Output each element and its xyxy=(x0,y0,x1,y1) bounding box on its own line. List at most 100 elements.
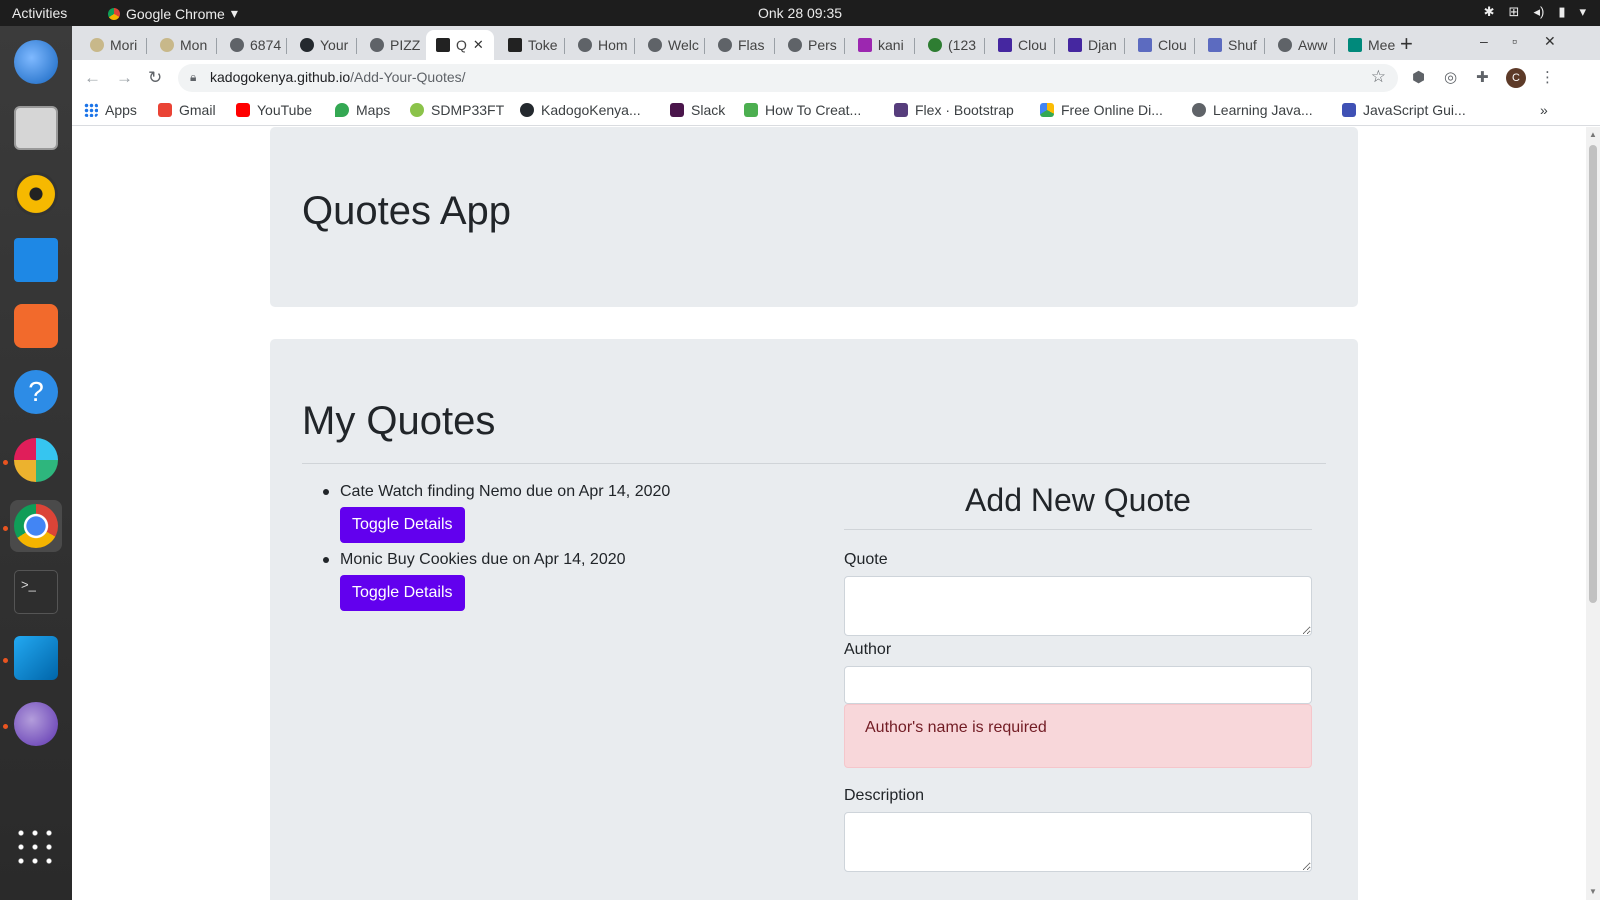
page-scrollbar[interactable]: ▲ ▼ xyxy=(1586,127,1600,900)
tab[interactable]: Pers xyxy=(778,30,840,60)
bookmark-slack[interactable]: Slack xyxy=(670,102,725,118)
tab[interactable]: Hom xyxy=(568,30,630,60)
bookmark-maps[interactable]: Maps xyxy=(335,102,390,118)
clock[interactable]: Onk 28 09:35 xyxy=(0,5,1600,21)
toggle-details-button[interactable]: Toggle Details xyxy=(340,575,465,611)
browser-toolbar: ← → ↻ 🔒︎ kadogokenya.github.io/Add-Your-… xyxy=(72,60,1600,96)
bookmark-free-online[interactable]: Free Online Di... xyxy=(1040,102,1163,118)
dock-chrome[interactable] xyxy=(10,500,62,552)
doc-icon xyxy=(1208,38,1222,52)
dock-files[interactable] xyxy=(10,102,62,154)
profile-avatar[interactable]: C xyxy=(1506,68,1526,88)
network-icon[interactable]: ⊞ xyxy=(1509,4,1520,20)
tab-active[interactable]: Q ✕ xyxy=(426,30,494,60)
menu-kebab-icon[interactable]: ⋮ xyxy=(1540,68,1555,86)
bookmark-sdmp[interactable]: SDMP33FT xyxy=(410,102,504,118)
tab[interactable]: Clou xyxy=(1128,30,1190,60)
tab[interactable]: Flas xyxy=(708,30,770,60)
extension-cube-icon[interactable]: ⬢ xyxy=(1412,68,1425,86)
rhythmbox-icon xyxy=(14,172,58,216)
scroll-up-icon[interactable]: ▲ xyxy=(1589,130,1597,139)
tab[interactable]: 6874 xyxy=(220,30,282,60)
bookmark-learning-java[interactable]: Learning Java... xyxy=(1192,102,1313,118)
page-title: Quotes App xyxy=(302,189,512,233)
tab-close-icon[interactable]: ✕ xyxy=(473,37,484,53)
bookmark-label: Apps xyxy=(105,102,137,118)
maps-pin-icon xyxy=(335,103,349,117)
description-textarea[interactable] xyxy=(844,812,1312,872)
forward-icon[interactable]: → xyxy=(116,68,133,88)
author-input[interactable] xyxy=(844,666,1312,704)
divider xyxy=(844,529,1312,530)
dock-software[interactable] xyxy=(10,300,62,352)
tab[interactable]: Mori xyxy=(80,30,142,60)
bookmark-bootstrap[interactable]: Flex · Bootstrap xyxy=(894,102,1014,118)
angular-icon xyxy=(508,38,522,52)
scrollbar-thumb[interactable] xyxy=(1589,145,1597,603)
system-tray[interactable]: ✱ ⊞ ◂) ▮ ▾ xyxy=(1484,4,1586,20)
dock-slack[interactable] xyxy=(10,434,62,486)
bookmarks-overflow-icon[interactable]: » xyxy=(1540,102,1548,118)
close-window-icon[interactable]: ✕ xyxy=(1544,33,1556,50)
bookmark-label: SDMP33FT xyxy=(431,102,505,118)
tab[interactable]: Aww xyxy=(1268,30,1330,60)
tab-favicon-icon xyxy=(1278,38,1292,52)
url-text[interactable]: kadogokenya.github.io/Add-Your-Quotes/ xyxy=(210,69,466,85)
running-indicator xyxy=(3,724,8,729)
bookmark-kadogokenya[interactable]: KadogoKenya... xyxy=(520,102,641,118)
maximize-icon[interactable]: ▫ xyxy=(1512,33,1517,49)
tab[interactable]: Clou xyxy=(988,30,1050,60)
tab[interactable]: Djan xyxy=(1058,30,1120,60)
running-indicator xyxy=(3,526,8,531)
bookmark-javascript[interactable]: JavaScript Gui... xyxy=(1342,102,1466,118)
bookmark-youtube[interactable]: YouTube xyxy=(236,102,312,118)
toggle-details-button[interactable]: Toggle Details xyxy=(340,507,465,543)
page-viewport: Quotes App My Quotes Cate Watch finding … xyxy=(72,127,1586,900)
quote-textarea[interactable] xyxy=(844,576,1312,636)
tab[interactable]: Welc xyxy=(638,30,700,60)
quotes-jumbotron: My Quotes Cate Watch finding Nemo due on… xyxy=(270,339,1358,900)
tab-label: Shuf xyxy=(1228,37,1257,53)
tab[interactable]: PIZZ xyxy=(360,30,422,60)
dock-show-apps[interactable] xyxy=(10,822,62,874)
bookmark-label: How To Creat... xyxy=(765,102,862,118)
tab[interactable]: kani xyxy=(848,30,910,60)
youtube-icon xyxy=(236,103,250,117)
tab[interactable]: (123 xyxy=(918,30,980,60)
extension-circle-icon[interactable]: ◎ xyxy=(1444,68,1457,86)
bookmark-apps[interactable]: Apps xyxy=(84,102,137,118)
battery-icon[interactable]: ▮ xyxy=(1558,4,1565,20)
bookmark-label: JavaScript Gui... xyxy=(1363,102,1466,118)
dock-help[interactable]: ? xyxy=(10,366,62,418)
dock-writer[interactable] xyxy=(10,234,62,286)
dock-thunderbird[interactable] xyxy=(10,36,62,88)
tab[interactable]: Toke xyxy=(498,30,560,60)
bookmark-star-icon[interactable]: ☆ xyxy=(1371,67,1386,87)
dock-rhythmbox[interactable] xyxy=(10,168,62,220)
address-bar[interactable]: 🔒︎ kadogokenya.github.io/Add-Your-Quotes… xyxy=(178,64,1398,92)
back-icon[interactable]: ← xyxy=(84,68,101,88)
extensions-puzzle-icon[interactable]: ✚ xyxy=(1476,68,1489,86)
volume-icon[interactable]: ◂) xyxy=(1533,4,1544,20)
scroll-down-icon[interactable]: ▼ xyxy=(1589,887,1597,896)
tab[interactable]: Your xyxy=(290,30,352,60)
minimize-icon[interactable]: – xyxy=(1480,33,1488,49)
power-menu-icon[interactable]: ▾ xyxy=(1579,4,1586,20)
tab[interactable]: Mee xyxy=(1338,30,1398,60)
list-item: Cate Watch finding Nemo due on Apr 14, 2… xyxy=(322,481,670,543)
dock-terminal[interactable]: >_ xyxy=(10,566,62,618)
dock-vscode[interactable] xyxy=(10,632,62,684)
system-top-bar: Activities Google Chrome ▾ Onk 28 09:35 … xyxy=(0,0,1600,26)
new-tab-button[interactable]: + xyxy=(1400,31,1413,57)
bookmark-label: Gmail xyxy=(179,102,216,118)
tab-label: Flas xyxy=(738,37,765,53)
bookmark-label: Free Online Di... xyxy=(1061,102,1163,118)
dock-browser-alt[interactable] xyxy=(10,698,62,750)
slack-tray-icon[interactable]: ✱ xyxy=(1484,4,1495,20)
tab-favicon-icon xyxy=(90,38,104,52)
reload-icon[interactable]: ↻ xyxy=(148,68,162,88)
tab[interactable]: Mon xyxy=(150,30,212,60)
bookmark-how-to-create[interactable]: How To Creat... xyxy=(744,102,861,118)
bookmark-gmail[interactable]: Gmail xyxy=(158,102,216,118)
tab[interactable]: Shuf xyxy=(1198,30,1260,60)
